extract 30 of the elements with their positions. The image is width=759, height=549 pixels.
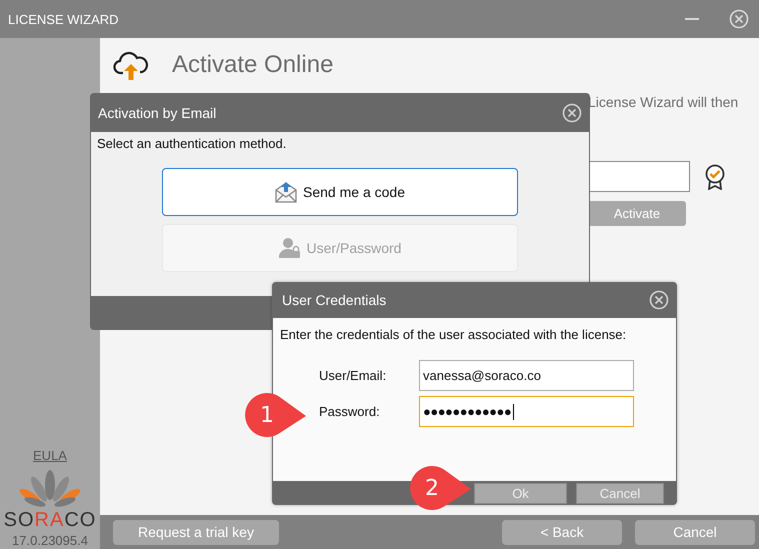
send-code-button[interactable]: Send me a code (162, 168, 518, 216)
page-heading: Activate Online (172, 51, 334, 79)
dialog-title: Activation by Email (98, 104, 216, 120)
footer-button[interactable]: < Back (502, 520, 622, 544)
user-lock-icon (278, 237, 301, 259)
dialog-button[interactable]: Cancel (576, 482, 664, 504)
field-label: Password: (318, 404, 381, 419)
lotus-logo-icon (17, 469, 83, 509)
field-label: User/Email: (318, 368, 388, 383)
footer-button[interactable]: Request a trial key (113, 520, 279, 544)
soraco-wordmark: SORACO (4, 509, 96, 531)
version-label: 17.0.23095.4 (12, 533, 88, 548)
close-icon[interactable] (649, 290, 669, 310)
envelope-upload-icon (275, 181, 298, 203)
dialog-prompt: Enter the credentials of the user associated with the license: (280, 327, 628, 342)
dialog-title: User Credentials (282, 292, 386, 308)
eula-link[interactable]: EULA (33, 448, 67, 463)
dialog-prompt: Select an authentication method. (97, 136, 288, 151)
footer-button[interactable]: Cancel (635, 520, 755, 544)
close-icon[interactable] (729, 9, 749, 29)
activate-button[interactable]: Activate (588, 201, 686, 226)
callout-badge: 1 (244, 392, 308, 438)
close-icon[interactable] (562, 102, 582, 122)
window-title: LICENSE WIZARD (8, 12, 119, 26)
dialog-button[interactable]: Ok (474, 482, 567, 504)
input-field[interactable]: vanessa@soraco.co (419, 360, 634, 391)
callout-badge: 2 (409, 465, 473, 511)
input-field[interactable]: ●●●●●●●●●●●● (419, 396, 634, 427)
award-ribbon-icon (704, 164, 726, 190)
license-key-field[interactable] (588, 161, 690, 192)
